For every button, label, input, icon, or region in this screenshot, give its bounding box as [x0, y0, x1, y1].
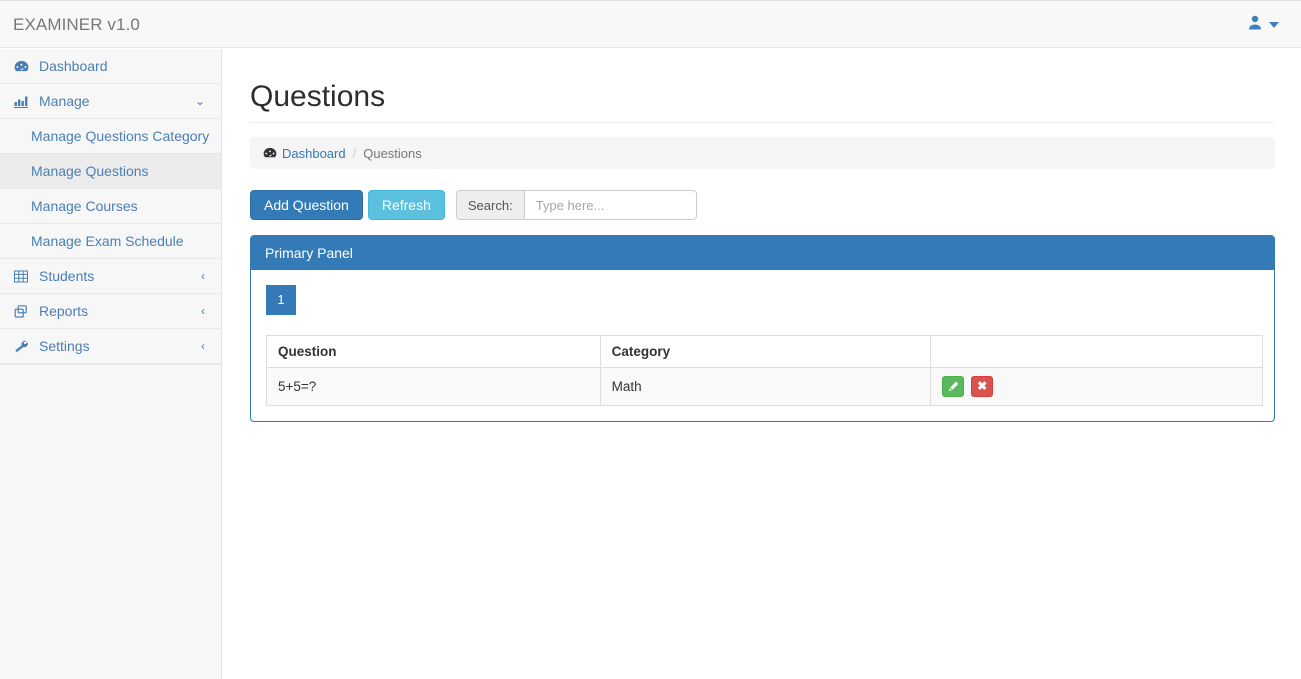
sidebar-item-settings[interactable]: Settings ‹: [0, 329, 221, 364]
sidebar-item-reports[interactable]: Reports ‹: [0, 294, 221, 329]
sidebar-divider: [0, 364, 221, 365]
table-header-row: Question Category: [266, 335, 1263, 368]
caret-down-icon: [1269, 22, 1279, 28]
sidebar-item-manage-courses[interactable]: Manage Courses: [0, 189, 221, 224]
sidebar-item-manage-exam-schedule[interactable]: Manage Exam Schedule: [0, 224, 221, 259]
tachometer-icon: [14, 60, 32, 73]
page-title: Questions: [250, 80, 386, 113]
tachometer-icon: [263, 146, 277, 161]
sidebar-subitem-label: Manage Exam Schedule: [31, 233, 184, 249]
sidebar: Dashboard Manage ⌄ Manage Questions Cate…: [0, 49, 222, 679]
sidebar-item-label: Manage: [39, 93, 90, 109]
breadcrumb-separator: /: [352, 145, 357, 161]
sidebar-item-students[interactable]: Students ‹: [0, 259, 221, 294]
panel-heading: Primary Panel: [251, 236, 1274, 270]
table-row: 5+5=? Math ✖: [266, 367, 1263, 406]
cell-question: 5+5=?: [266, 367, 601, 406]
breadcrumb-current: Questions: [363, 145, 422, 161]
wrench-icon: [14, 340, 32, 353]
cell-actions: ✖: [930, 367, 1263, 406]
chevron-left-icon: ‹: [201, 304, 205, 318]
questions-table: Question Category 5+5=? Math ✖: [266, 335, 1263, 406]
app-brand-title: EXAMINER v1.0: [13, 15, 140, 34]
sidebar-subitem-label: Manage Questions Category: [31, 128, 210, 144]
edit-question-button[interactable]: [942, 376, 965, 397]
chevron-down-icon: ⌄: [194, 94, 205, 108]
sidebar-item-manage-questions-category[interactable]: Manage Questions Category: [0, 119, 221, 154]
primary-panel: Primary Panel 1 Question Category 5+5=? …: [250, 235, 1275, 422]
breadcrumb: Dashboard / Questions: [250, 137, 1275, 169]
search-input[interactable]: [523, 190, 697, 220]
topbar: EXAMINER v1.0: [0, 0, 1301, 48]
sidebar-subitem-label: Manage Courses: [31, 198, 138, 214]
bar-chart-icon: [14, 95, 32, 108]
delete-question-button[interactable]: ✖: [971, 376, 994, 397]
sidebar-item-manage-questions[interactable]: Manage Questions: [0, 154, 221, 189]
breadcrumb-link-dashboard[interactable]: Dashboard: [282, 146, 346, 161]
main-content: Questions Dashboard / Questions Add Ques…: [223, 49, 1301, 679]
sidebar-item-label: Dashboard: [39, 58, 108, 74]
sidebar-item-label: Settings: [39, 338, 90, 354]
sidebar-subitem-label: Manage Questions: [31, 163, 149, 179]
user-menu-button[interactable]: [1248, 15, 1279, 35]
files-copy-icon: [14, 304, 32, 318]
chevron-left-icon: ‹: [201, 339, 205, 353]
table-icon: [14, 270, 32, 283]
toolbar: Add Question Refresh Search:: [250, 190, 697, 220]
sidebar-item-manage[interactable]: Manage ⌄: [0, 84, 221, 119]
column-header-category: Category: [599, 335, 932, 368]
table-body: 5+5=? Math ✖: [266, 367, 1263, 406]
title-divider: [250, 122, 1275, 123]
table-header: Question Category: [266, 335, 1263, 368]
sidebar-item-dashboard[interactable]: Dashboard: [0, 49, 221, 84]
add-question-button[interactable]: Add Question: [250, 190, 363, 220]
column-header-question: Question: [266, 335, 601, 368]
panel-body: 1 Question Category 5+5=? Math ✖: [251, 270, 1274, 421]
pagination: 1: [266, 285, 1259, 335]
pagination-page-1[interactable]: 1: [266, 285, 296, 315]
column-header-actions: [930, 335, 1263, 368]
sidebar-item-label: Reports: [39, 303, 89, 319]
sidebar-item-label: Students: [39, 268, 95, 284]
user-icon: [1248, 15, 1262, 35]
search-group: Search:: [455, 190, 697, 220]
refresh-button[interactable]: Refresh: [367, 190, 445, 220]
chevron-left-icon: ‹: [201, 269, 205, 283]
search-label: Search:: [455, 190, 524, 220]
cell-category: Math: [599, 367, 932, 406]
